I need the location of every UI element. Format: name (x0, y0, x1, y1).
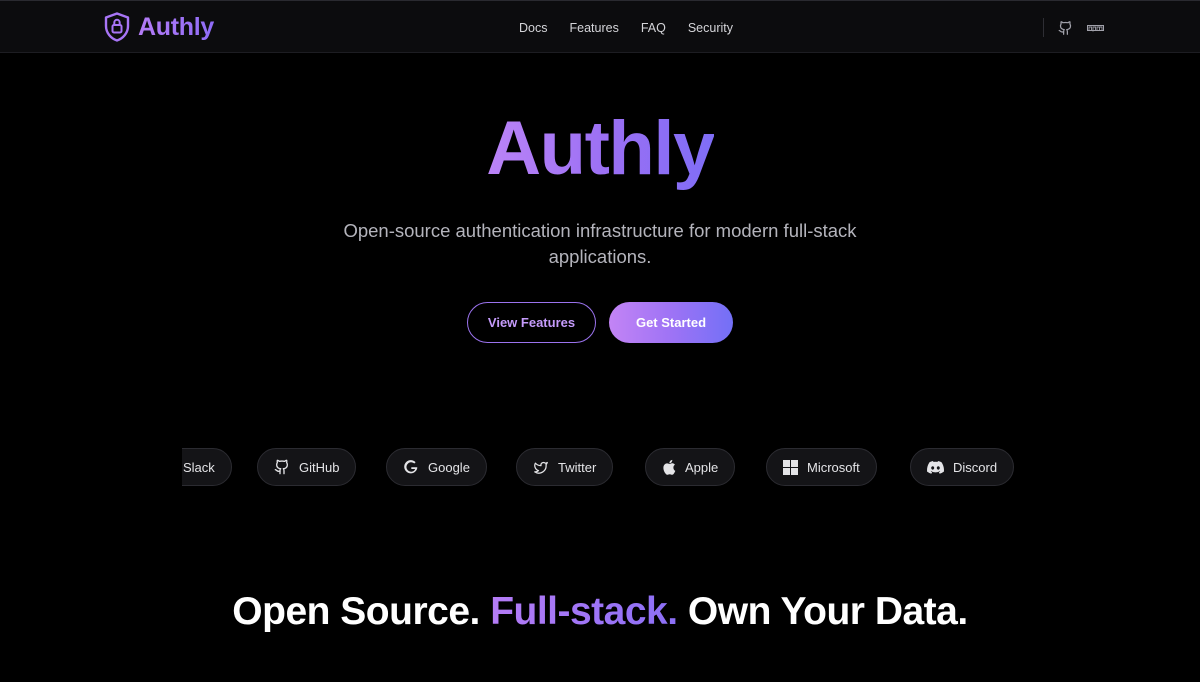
nav-divider (1043, 18, 1044, 37)
top-navbar: Authly Docs Features FAQ Security (0, 0, 1200, 53)
provider-label: Google (428, 459, 470, 475)
provider-label: Apple (685, 459, 719, 475)
tagline-open-source: Open Source. (232, 590, 480, 633)
view-features-button[interactable]: View Features (467, 302, 596, 343)
hero-title: Authly (486, 106, 715, 191)
nav-links: Docs Features FAQ Security (508, 1, 744, 54)
apple-icon (663, 459, 676, 475)
tagline-own-your-data: Own Your Data. (687, 590, 968, 633)
provider-label: Slack (183, 459, 215, 475)
provider-chip-apple: Apple (645, 448, 736, 486)
hero-subtitle: Open-source authentication infrastructur… (343, 220, 857, 267)
provider-chip-github: GitHub (257, 448, 357, 486)
provider-marquee: Slack GitHub Google Twitter Apple Micros… (182, 448, 1082, 486)
discord-icon (927, 460, 944, 474)
provider-chip-google: Google (386, 448, 487, 486)
nav-link-docs[interactable]: Docs (508, 21, 558, 35)
npm-icon (1086, 24, 1104, 31)
tagline-full-stack: Full-stack. (490, 590, 678, 633)
provider-chip-discord: Discord (910, 448, 1015, 486)
provider-chip-slack: Slack (182, 448, 232, 486)
github-icon (274, 459, 289, 475)
microsoft-icon (783, 459, 798, 475)
google-icon (404, 460, 418, 474)
brand-logo-link[interactable]: Authly (104, 11, 214, 43)
provider-label: Twitter (558, 459, 597, 475)
brand-name: Authly (138, 12, 214, 41)
shield-lock-icon (104, 12, 130, 42)
provider-chip-twitter: Twitter (516, 448, 614, 486)
tagline: Open Source. Full-stack. Own Your Data. (0, 588, 1200, 636)
github-link[interactable] (1057, 19, 1073, 37)
provider-label: Microsoft (807, 459, 860, 475)
nav-link-faq[interactable]: FAQ (630, 21, 677, 35)
provider-chip-microsoft: Microsoft (766, 448, 877, 486)
twitter-bird-icon (534, 461, 548, 474)
nav-link-security[interactable]: Security (677, 21, 744, 35)
get-started-button[interactable]: Get Started (609, 302, 733, 343)
github-icon (1058, 21, 1071, 35)
provider-label: GitHub (299, 459, 340, 475)
provider-label: Discord (953, 459, 998, 475)
npm-link[interactable] (1086, 19, 1104, 37)
nav-link-features[interactable]: Features (558, 21, 629, 35)
